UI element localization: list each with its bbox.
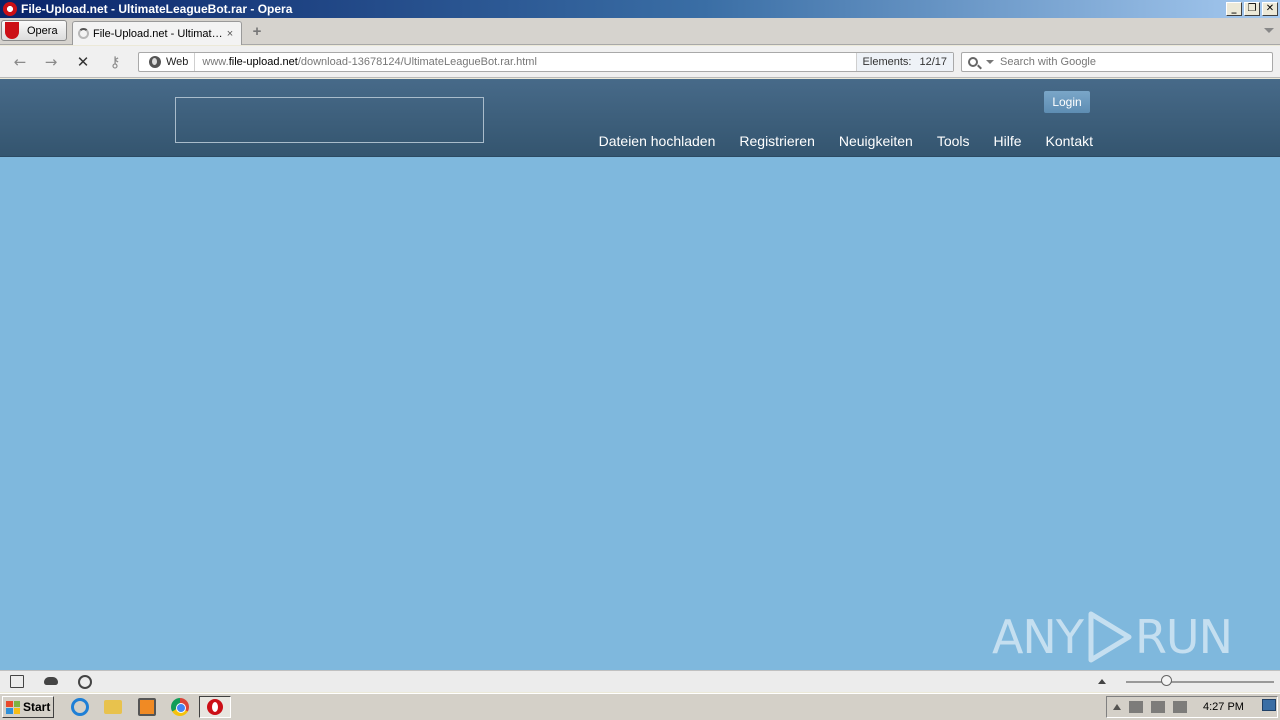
url-prefix: www. <box>202 56 229 68</box>
opera-app-icon <box>3 2 17 16</box>
window-title: File-Upload.net - UltimateLeagueBot.rar … <box>21 2 293 16</box>
tab-title: File-Upload.net - Ultimat… <box>93 27 223 40</box>
back-button[interactable]: ← <box>9 52 31 72</box>
site-logo-placeholder[interactable] <box>175 97 484 143</box>
view-options-arrow-icon[interactable] <box>1098 679 1106 684</box>
site-info-badge[interactable]: Web <box>139 53 196 71</box>
opera-link-cloud-icon[interactable] <box>44 677 58 685</box>
elements-counter: Elements: 12/17 <box>855 53 953 71</box>
search-field[interactable]: Search with Google <box>961 52 1273 72</box>
start-button[interactable]: Start <box>2 696 54 718</box>
start-label: Start <box>23 700 51 714</box>
anyrun-watermark: ANY RUN <box>991 610 1233 664</box>
url-path: /download-13678124/UltimateLeagueBot.rar… <box>297 56 537 68</box>
stop-button[interactable]: ✕ <box>72 52 94 72</box>
tab-list-chevron-icon[interactable] <box>1264 28 1274 33</box>
taskbar-opera-button[interactable] <box>199 696 231 718</box>
zoom-slider-track[interactable] <box>1126 681 1274 683</box>
close-window-button[interactable]: ✕ <box>1262 2 1278 16</box>
windows-taskbar: Start 4:27 PM <box>0 693 1280 720</box>
globe-icon <box>149 56 161 68</box>
search-icon <box>968 57 978 67</box>
system-tray: 4:27 PM <box>1106 696 1278 718</box>
zoom-slider-thumb[interactable] <box>1161 675 1172 686</box>
show-desktop-icon[interactable] <box>1262 699 1276 711</box>
tab-active[interactable]: File-Upload.net - Ultimat… × <box>72 21 242 45</box>
tray-expand-icon[interactable] <box>1113 704 1121 710</box>
elements-label: Elements: <box>862 56 912 68</box>
opera-taskbar-icon <box>207 699 223 715</box>
nav-contact[interactable]: Kontakt <box>1046 133 1093 149</box>
url-domain: file-upload.net <box>228 56 298 68</box>
site-header: Login Dateien hochladen Registrieren Neu… <box>0 79 1280 157</box>
nav-register[interactable]: Registrieren <box>739 133 814 149</box>
window-title-bar: File-Upload.net - UltimateLeagueBot.rar … <box>0 0 1280 18</box>
tab-bar: Opera File-Upload.net - Ultimat… × + <box>0 18 1280 45</box>
nav-news[interactable]: Neuigkeiten <box>839 133 913 149</box>
windows-flag-icon <box>6 700 20 714</box>
key-icon[interactable]: ⚷ <box>104 52 126 72</box>
action-center-flag-icon[interactable] <box>1173 701 1187 713</box>
nav-tools[interactable]: Tools <box>937 133 970 149</box>
media-player-icon[interactable] <box>138 698 156 716</box>
browser-status-bar <box>0 670 1280 692</box>
internet-explorer-icon[interactable] <box>71 698 89 716</box>
watermark-left: ANY <box>991 610 1084 664</box>
loading-spinner-icon <box>78 28 89 39</box>
site-info-label: Web <box>166 56 189 68</box>
address-field[interactable]: Web www.file-upload.net/download-1367812… <box>138 52 954 72</box>
chrome-icon[interactable] <box>171 698 189 716</box>
elements-count: 12/17 <box>919 56 947 68</box>
play-logo-icon <box>1088 611 1132 663</box>
opera-logo-icon <box>3 21 23 40</box>
nav-help[interactable]: Hilfe <box>994 133 1022 149</box>
url-text[interactable]: www.file-upload.net/download-13678124/Ul… <box>195 56 855 68</box>
turbo-speedometer-icon[interactable] <box>78 675 92 689</box>
site-nav: Dateien hochladen Registrieren Neuigkeit… <box>575 133 1093 149</box>
watermark-right: RUN <box>1134 610 1233 664</box>
restore-button[interactable]: ❐ <box>1244 2 1260 16</box>
volume-icon[interactable] <box>1151 701 1165 713</box>
clock[interactable]: 4:27 PM <box>1203 701 1244 713</box>
new-tab-button[interactable]: + <box>250 24 264 39</box>
panel-toggle-icon[interactable] <box>10 675 24 688</box>
opera-menu-button[interactable]: Opera <box>1 20 67 41</box>
web-page: Login Dateien hochladen Registrieren Neu… <box>0 79 1280 670</box>
file-explorer-icon[interactable] <box>104 700 122 714</box>
search-placeholder: Search with Google <box>1000 56 1096 68</box>
nav-upload-files[interactable]: Dateien hochladen <box>599 133 716 149</box>
search-engine-dropdown-icon[interactable] <box>986 60 994 64</box>
network-icon[interactable] <box>1129 701 1143 713</box>
forward-button[interactable]: → <box>40 52 62 72</box>
tab-close-icon[interactable]: × <box>224 28 236 40</box>
minimize-button[interactable]: _ <box>1226 2 1242 16</box>
login-button[interactable]: Login <box>1044 91 1090 113</box>
navigation-toolbar: ← → ✕ ⚷ Web www.file-upload.net/download… <box>0 46 1280 78</box>
opera-menu-label: Opera <box>27 24 58 37</box>
